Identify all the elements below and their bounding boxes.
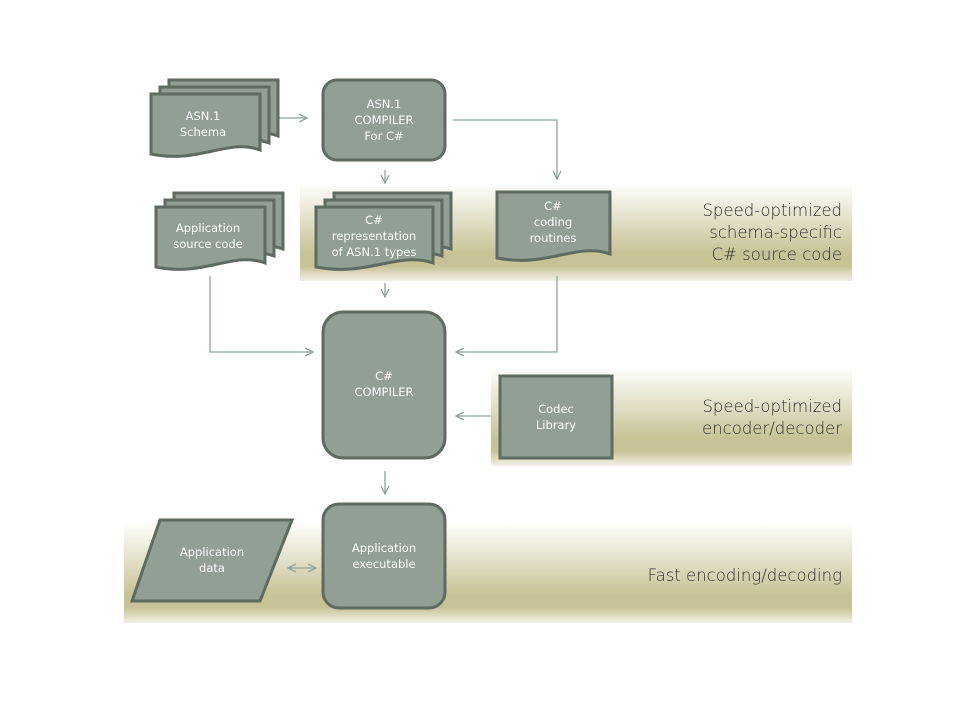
node-application-executable: Application executable bbox=[321, 502, 447, 610]
arrow-routines-to-cs-compiler bbox=[456, 276, 558, 352]
diagram-canvas: ASN.1 Schema ASN.1 COMPILER For C# Applicatio… bbox=[0, 0, 960, 720]
node-codec-library: Codec Library bbox=[498, 374, 614, 460]
node-label: COMPILER bbox=[355, 113, 414, 127]
node-label: Application bbox=[176, 221, 240, 235]
band-label-codec-2: encoder/decoder bbox=[702, 419, 842, 438]
node-label: Library bbox=[536, 418, 576, 432]
node-label: ASN.1 bbox=[367, 97, 402, 111]
node-label: COMPILER bbox=[355, 385, 414, 399]
node-asn-schema: ASN.1 Schema bbox=[149, 78, 280, 158]
node-label: C# bbox=[375, 369, 393, 383]
process-box bbox=[321, 502, 447, 610]
arrow-compiler-to-routines bbox=[453, 119, 557, 179]
node-label: executable bbox=[352, 557, 415, 571]
band-label-codec-1: Speed-optimized bbox=[702, 397, 842, 416]
node-label: data bbox=[199, 561, 225, 575]
band-label-source-2: schema-specific bbox=[709, 223, 842, 242]
node-label: routines bbox=[530, 231, 577, 245]
node-label: source code bbox=[173, 237, 243, 251]
node-cs-representation: C# representation of ASN.1 types bbox=[314, 191, 453, 271]
node-label: For C# bbox=[364, 129, 403, 143]
node-cs-compiler: C# COMPILER bbox=[321, 310, 447, 460]
node-label: ASN.1 bbox=[186, 109, 221, 123]
node-asn-compiler: ASN.1 COMPILER For C# bbox=[321, 78, 447, 162]
band-label-source-1: Speed-optimized bbox=[702, 201, 842, 220]
node-label: Schema bbox=[180, 125, 226, 139]
node-label: Application bbox=[352, 541, 416, 555]
node-label: Application bbox=[180, 545, 244, 559]
node-label: coding bbox=[534, 215, 572, 229]
node-label: C# bbox=[365, 213, 383, 227]
node-label: Codec bbox=[538, 402, 574, 416]
node-label: C# bbox=[544, 199, 562, 213]
node-cs-coding-routines: C# coding routines bbox=[495, 190, 612, 262]
library-box bbox=[498, 374, 614, 460]
band-label-fast: Fast encoding/decoding bbox=[648, 566, 842, 585]
arrow-source-to-cs-compiler bbox=[209, 276, 313, 352]
node-label: representation bbox=[332, 229, 416, 243]
node-label: of ASN.1 types bbox=[332, 245, 417, 259]
band-label-source-3: C# source code bbox=[712, 245, 842, 264]
node-application-source: Application source code bbox=[154, 191, 285, 271]
